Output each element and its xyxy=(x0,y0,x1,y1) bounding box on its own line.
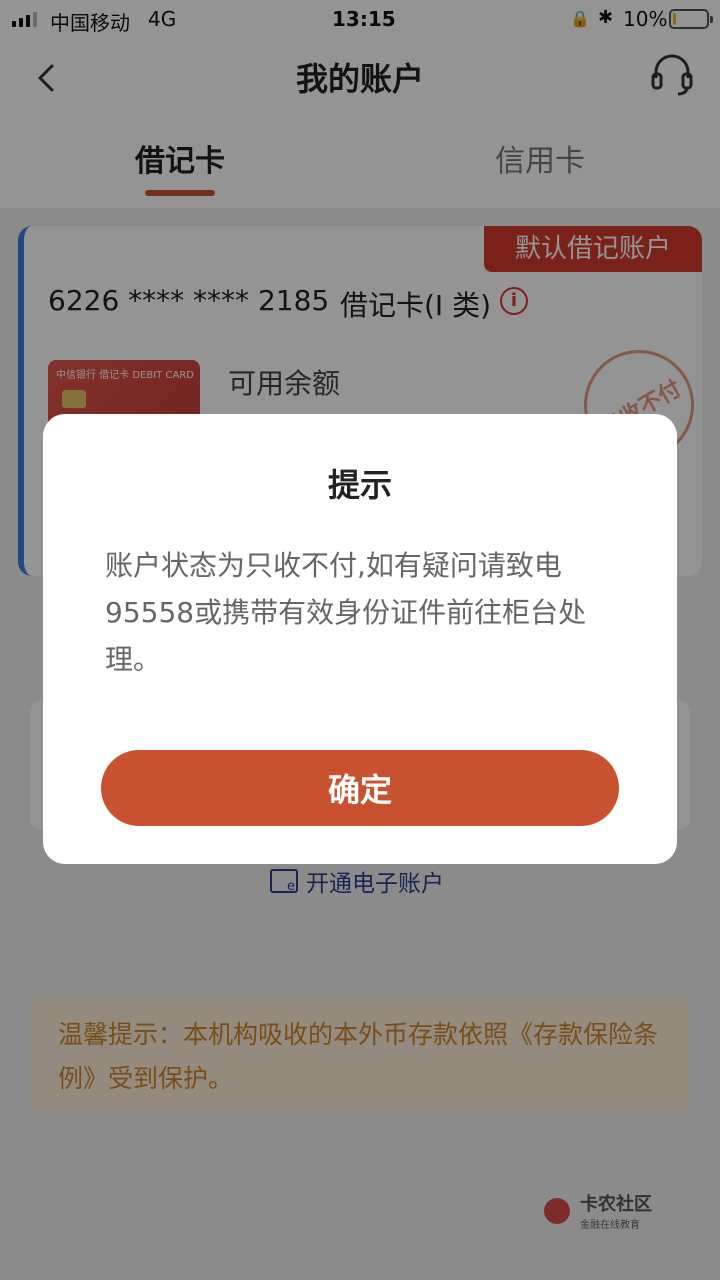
dialog-title: 提示 xyxy=(327,466,392,504)
alert-dialog: 提示 账户状态为只收不付,如有疑问请致电95558或携带有效身份证件前往柜台处理… xyxy=(43,414,677,864)
confirm-button[interactable]: 确定 xyxy=(101,750,619,826)
dialog-message: 账户状态为只收不付,如有疑问请致电95558或携带有效身份证件前往柜台处理。 xyxy=(105,549,587,676)
